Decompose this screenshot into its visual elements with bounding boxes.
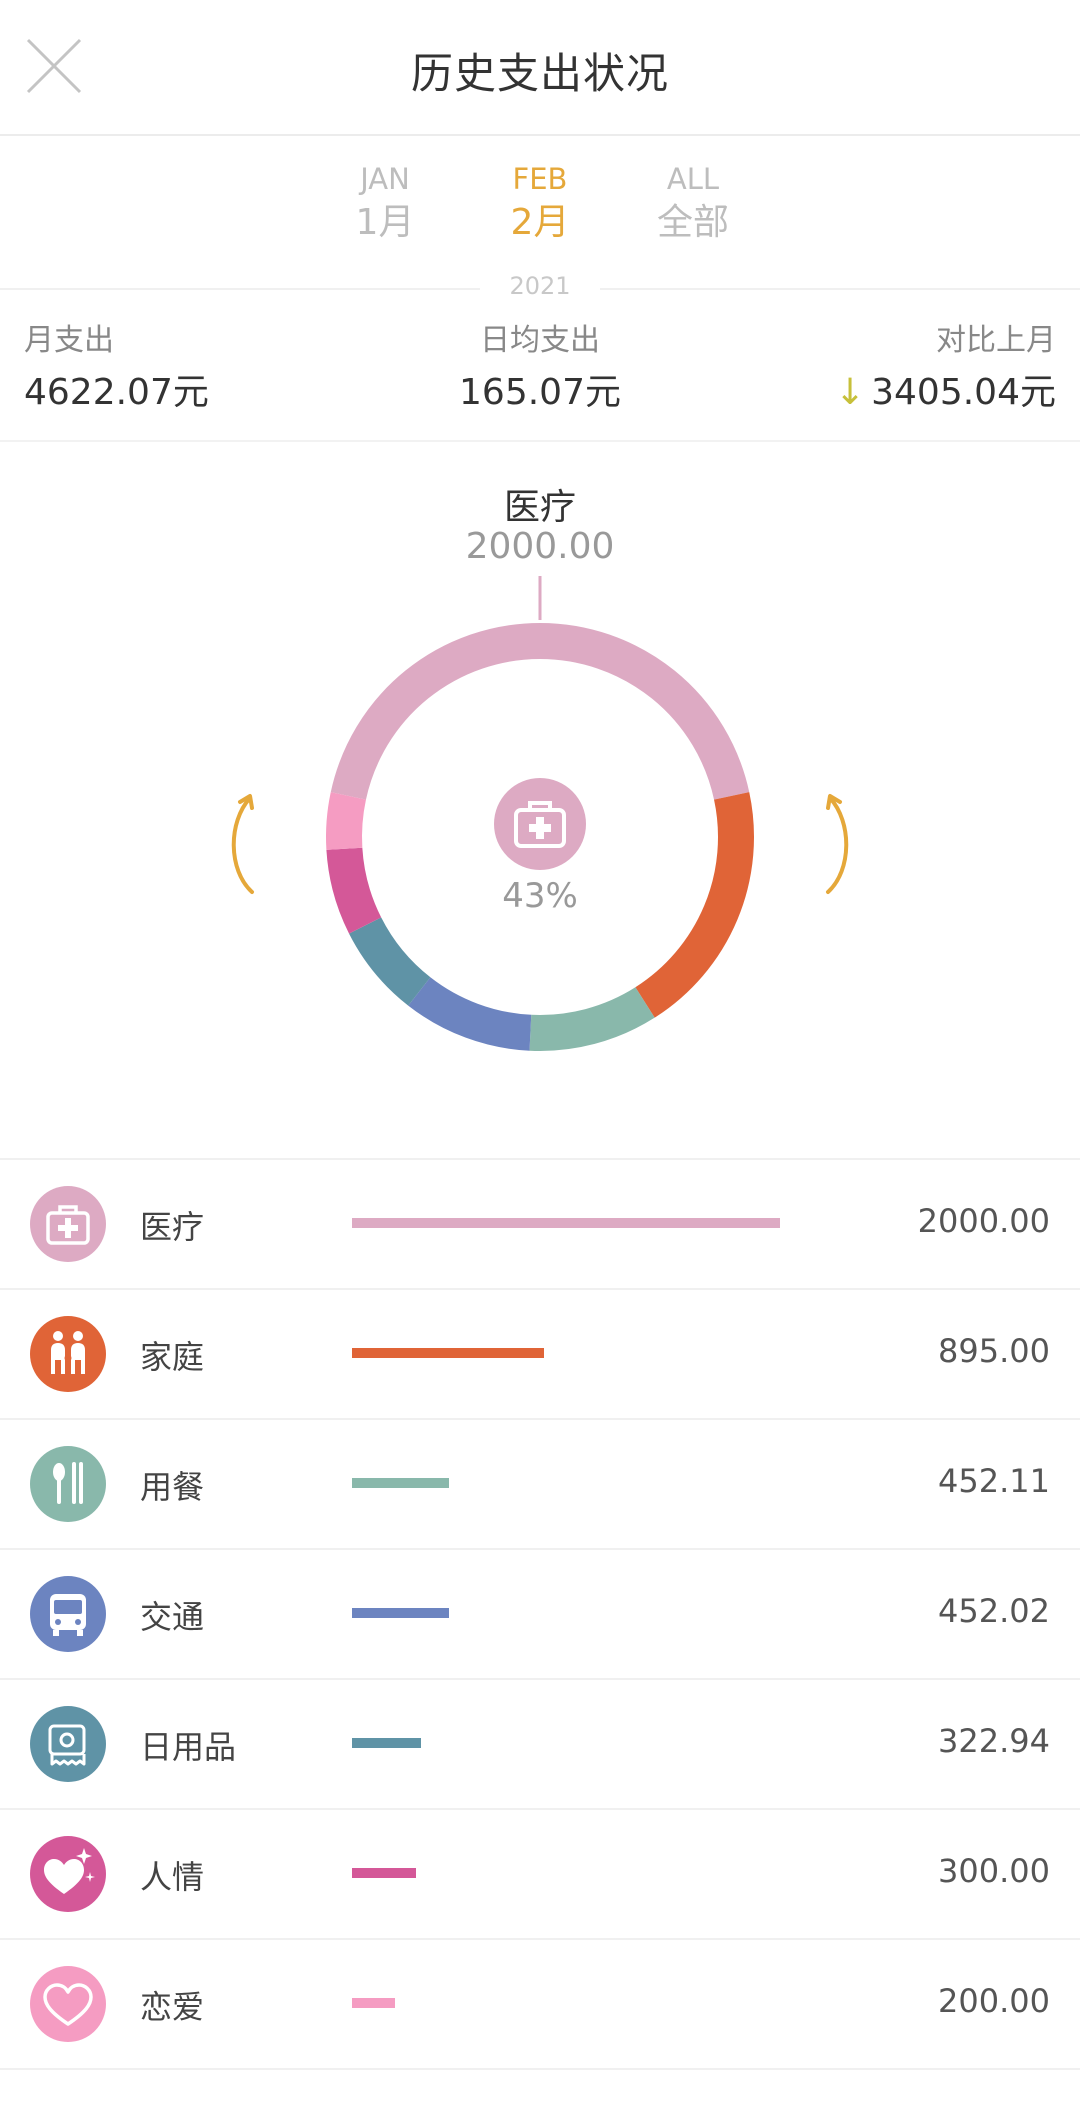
list-item-bar [352,1608,449,1618]
list-item-bar [352,1868,416,1878]
list-item-amount: 452.11 [938,1462,1050,1500]
list-item-name: 人情 [140,1858,205,1896]
compare-last-month: 对比上月 ↓ 3405.04元 [835,320,1056,420]
list-item-bar [352,1998,395,2008]
rotate-left-arrow-icon[interactable] [222,788,262,898]
compare-label: 对比上月 [936,323,1056,358]
list-item-amount: 200.00 [938,1982,1050,2020]
list-item-bar [352,1348,544,1358]
donut-segment-6[interactable] [326,792,367,850]
heart-icon [30,1966,106,2042]
list-item-name: 交通 [140,1598,205,1636]
spoon-chopsticks-icon [30,1446,106,1522]
donut-segment-5[interactable] [326,847,382,934]
donut-segment-0[interactable] [330,623,750,800]
family-icon [30,1316,106,1392]
list-item-name: 家庭 [140,1338,205,1376]
list-item-name: 日用品 [140,1728,237,1766]
list-item-name: 医疗 [140,1208,205,1246]
tab-feb[interactable]: FEB 2月 [470,160,610,248]
bus-icon [30,1576,106,1652]
list-item-love[interactable]: 恋爱 200.00 [0,1940,1080,2070]
donut-segment-1[interactable] [635,792,754,1018]
daily-average: 日均支出 165.07元 [390,320,690,420]
tab-all[interactable]: ALL 全部 [623,160,763,248]
medical-kit-icon [30,1186,106,1262]
focus-percentage: 43% [502,876,578,916]
donut-chart: 医疗 2000.00 43% [0,440,1080,1160]
list-item-amount: 895.00 [938,1332,1050,1370]
compare-value: 3405.04元 [871,372,1056,413]
list-item-bar [352,1478,449,1488]
tab-jan-en: JAN [360,162,410,196]
tab-feb-cn: 2月 [510,202,570,243]
list-item-family[interactable]: 家庭 895.00 [0,1290,1080,1420]
monthly-expense-label: 月支出 [24,323,114,358]
list-item-name: 用餐 [140,1468,205,1506]
list-item-amount: 2000.00 [917,1202,1050,1240]
toilet-paper-icon [30,1706,106,1782]
list-item-bar [352,1218,780,1228]
focus-category-name: 医疗 [503,487,576,528]
header: 历史支出状况 [0,0,1080,136]
month-tabs: JAN 1月 FEB 2月 ALL 全部 [0,134,1080,290]
list-item-amount: 452.02 [938,1592,1050,1630]
list-item-name: 恋爱 [140,1988,205,2026]
tab-feb-en: FEB [512,162,568,196]
donut-segment-3[interactable] [408,977,532,1051]
daily-average-label: 日均支出 [480,323,600,358]
list-item-bar [352,1738,421,1748]
list-item-amount: 322.94 [938,1722,1050,1760]
page-title: 历史支出状况 [410,49,669,98]
monthly-expense-value: 4622.07元 [24,372,209,413]
monthly-expense: 月支出 4622.07元 [24,320,209,420]
tab-all-en: ALL [666,162,720,196]
focus-category-value: 2000.00 [465,526,615,567]
sparkle-heart-icon [30,1836,106,1912]
summary-panel: 月支出 4622.07元 日均支出 165.07元 对比上月 ↓ 3405.04元 [0,300,1080,442]
down-arrow-icon: ↓ [834,372,866,413]
tab-jan-cn: 1月 [355,202,415,243]
list-item-medical[interactable]: 医疗 2000.00 [0,1160,1080,1290]
tab-all-cn: 全部 [656,202,729,243]
list-item-daily-goods[interactable]: 日用品 322.94 [0,1680,1080,1810]
compare-value-line: ↓ 3405.04元 [835,366,1056,420]
donut-segment-4[interactable] [349,916,431,1006]
list-item-transport[interactable]: 交通 452.02 [0,1550,1080,1680]
list-item-dining[interactable]: 用餐 452.11 [0,1420,1080,1550]
daily-average-value: 165.07元 [459,372,621,413]
rotate-right-arrow-icon[interactable] [818,788,858,898]
list-item-amount: 300.00 [938,1852,1050,1890]
list-item-social[interactable]: 人情 300.00 [0,1810,1080,1940]
category-list: 医疗 2000.00 家庭 895.00 用餐 452.11 交通 452.02… [0,1158,1080,2070]
medical-kit-icon [494,778,586,870]
tab-jan[interactable]: JAN 1月 [315,160,455,248]
year-label: 2021 [480,272,600,300]
donut-segment-2[interactable] [529,987,655,1051]
